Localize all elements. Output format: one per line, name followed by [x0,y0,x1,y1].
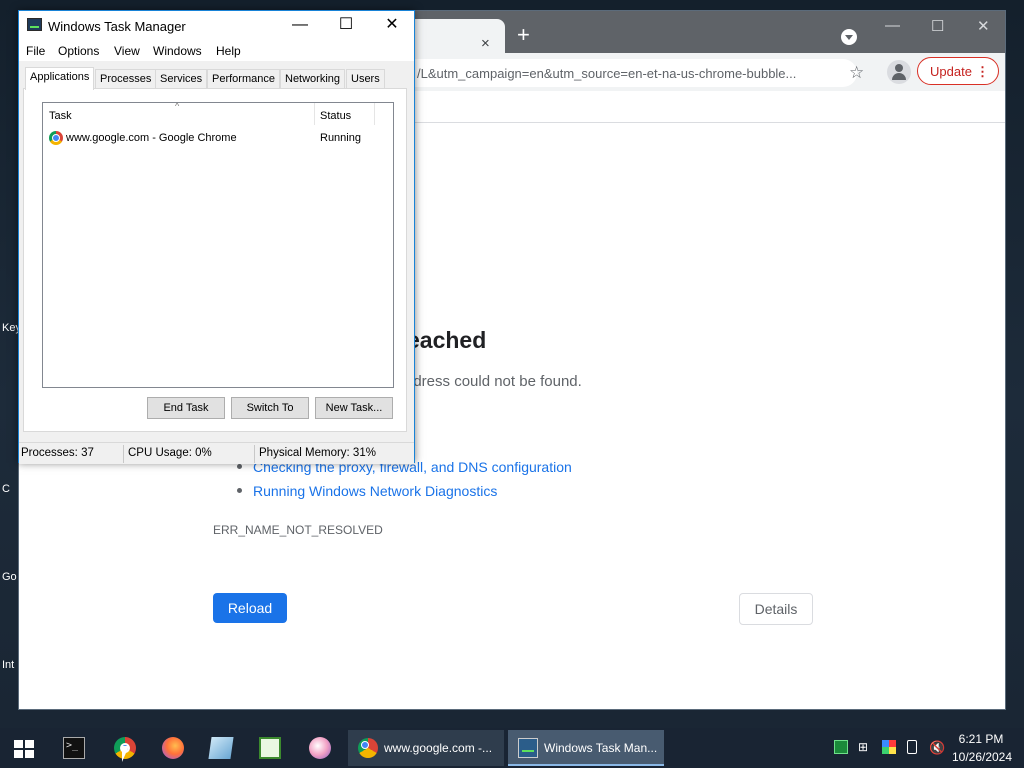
chrome-icon [358,738,378,758]
menu-windows[interactable]: Windows [153,44,202,58]
desktop-icon-label[interactable]: Go [2,571,18,583]
reload-button[interactable]: Reload [213,593,287,623]
profile-icon[interactable] [887,60,911,84]
sort-ascending-icon: ^ [175,101,180,111]
tab-users[interactable]: Users [346,69,385,89]
clock-time[interactable]: 6:21 PM [958,732,1004,746]
taskbar: www.google.com -... Windows Task Man... … [0,728,1024,768]
new-tab-button[interactable]: + [517,23,530,47]
volume-muted-icon[interactable]: 🔇 [929,740,945,755]
tab-performance[interactable]: Performance [207,69,280,89]
chrome-icon [49,131,63,145]
close-tab-icon[interactable]: × [481,35,490,52]
tab-search-icon[interactable] [841,29,857,45]
task-manager-icon [518,738,538,758]
taskbar-button-chrome[interactable]: www.google.com -... [348,730,504,766]
tray-app-icon[interactable] [834,740,848,754]
task-status: Running [320,132,361,144]
task-name: www.google.com - Google Chrome [66,132,237,144]
menu-view[interactable]: View [114,44,140,58]
url-text[interactable]: /L&utm_campaign=en&utm_source=en-et-na-u… [417,66,832,81]
details-button[interactable]: Details [739,593,813,625]
task-manager-window: Windows Task Manager — ☐ ✕ File Options … [18,10,415,464]
close-icon[interactable]: ✕ [369,11,415,41]
bookmark-star-icon[interactable]: ☆ [849,63,864,83]
minimize-icon[interactable]: — [885,17,900,34]
taskbar-button-task-manager[interactable]: Windows Task Man... [508,730,664,766]
process-count: Processes: 37 [21,447,94,459]
paint-icon[interactable] [309,737,331,759]
suggestion-link[interactable]: Running Windows Network Diagnostics [235,482,572,506]
divider [123,445,124,463]
switch-to-button[interactable]: Switch To [231,397,309,419]
menu-bar: File Options View Windows Help [19,41,414,61]
table-row[interactable]: www.google.com - Google Chrome Running [49,130,389,148]
column-divider[interactable] [314,103,315,125]
task-manager-icon [27,18,42,31]
window-title: Windows Task Manager [48,19,186,34]
update-label: Update [930,64,972,79]
menu-help[interactable]: Help [216,44,241,58]
tab-networking[interactable]: Networking [280,69,346,89]
suggestion-list: Checking the proxy, firewall, and DNS co… [235,458,572,506]
error-code: ERR_NAME_NOT_RESOLVED [213,523,383,537]
error-subtitle: ddress could not be found. [405,373,582,390]
column-divider[interactable] [374,103,375,125]
close-icon[interactable]: ✕ [977,17,990,35]
tab-processes[interactable]: Processes [95,69,157,89]
usb-icon[interactable] [907,740,917,754]
divider [254,445,255,463]
physical-memory: Physical Memory: 31% [259,447,376,459]
column-header-task[interactable]: Task [49,110,72,122]
applications-panel: ^ Task Status www.google.com - Google Ch… [23,88,407,432]
taskbar-button-label: www.google.com -... [384,741,493,755]
notes-icon[interactable] [208,737,234,759]
update-button[interactable]: Update ⋮ [917,57,999,85]
new-task-button[interactable]: New Task... [315,397,393,419]
desktop-icon-label[interactable]: C [2,483,18,495]
taskbar-button-label: Windows Task Man... [544,741,658,755]
column-header-status[interactable]: Status [320,110,351,122]
tab-strip: Applications Processes Services Performa… [23,67,407,90]
mouse-cursor [122,746,129,762]
text-editor-icon[interactable] [259,737,281,759]
cpu-usage: CPU Usage: 0% [128,447,212,459]
error-heading: eached [407,327,487,353]
menu-options[interactable]: Options [58,44,99,58]
firefox-icon[interactable] [162,737,184,759]
status-bar: Processes: 37 CPU Usage: 0% Physical Mem… [19,442,414,464]
network-icon[interactable]: ⊞ [858,740,872,754]
minimize-icon[interactable]: — [277,11,323,41]
menu-file[interactable]: File [26,44,45,58]
maximize-icon[interactable]: ☐ [323,11,369,41]
tab-applications[interactable]: Applications [25,67,95,90]
title-bar[interactable]: Windows Task Manager — ☐ ✕ [19,11,414,41]
tab-services[interactable]: Services [155,69,208,89]
clock-date[interactable]: 10/26/2024 [950,750,1014,764]
desktop-icon-label[interactable]: Int [2,659,18,671]
desktop-icon-label[interactable]: Key [2,322,18,334]
end-task-button[interactable]: End Task [147,397,225,419]
task-list[interactable]: ^ Task Status www.google.com - Google Ch… [42,101,394,388]
color-tray-icon[interactable] [882,740,896,754]
terminal-icon[interactable] [63,737,85,759]
menu-dots-icon: ⋮ [976,64,989,79]
maximize-icon[interactable]: ☐ [931,17,944,35]
windows-start-icon[interactable] [14,740,34,758]
